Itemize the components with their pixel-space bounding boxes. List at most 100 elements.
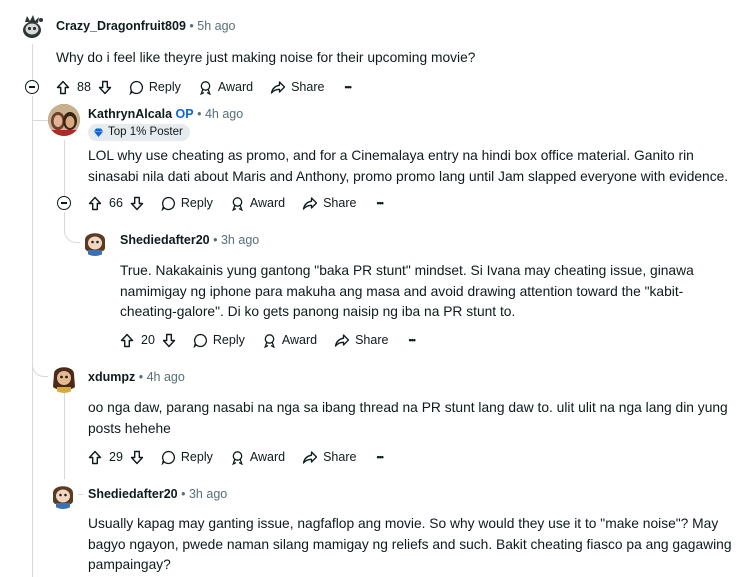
award-label: Award xyxy=(217,80,254,94)
vote-group: 29 xyxy=(88,450,144,465)
share-icon xyxy=(270,80,286,94)
chat-bubble-icon xyxy=(193,333,207,348)
timestamp[interactable]: 4h ago xyxy=(147,370,185,384)
action-bar: 20 Reply Award Share ••• xyxy=(120,330,416,350)
action-bar: 66 Reply Award Share ••• xyxy=(88,193,384,213)
vote-group: 88 xyxy=(56,80,112,95)
separator: • xyxy=(197,107,202,121)
separator: • xyxy=(181,487,186,501)
more-options-icon: ••• xyxy=(376,198,384,208)
downvote-icon[interactable] xyxy=(130,450,144,465)
more-options-icon: ••• xyxy=(376,452,384,462)
award-button[interactable]: Award xyxy=(262,333,317,348)
action-bar: 29 Reply Award Share ••• xyxy=(88,447,384,467)
minus-icon xyxy=(29,86,35,88)
separator: • xyxy=(213,233,218,247)
user-flair-badge: Top 1% Poster xyxy=(88,124,190,141)
reply-button[interactable]: Reply xyxy=(129,80,181,95)
snoo-avatar-icon xyxy=(48,479,78,509)
chat-bubble-icon xyxy=(161,196,175,211)
award-button[interactable]: Award xyxy=(198,80,253,95)
more-options-button[interactable]: ••• xyxy=(408,335,416,345)
reply-label: Reply xyxy=(148,80,181,94)
upvote-icon[interactable] xyxy=(88,196,102,211)
timestamp[interactable]: 3h ago xyxy=(189,487,227,501)
user-photo-avatar-icon xyxy=(48,104,80,136)
share-icon xyxy=(334,333,350,347)
reply-label: Reply xyxy=(180,196,213,210)
reply-button[interactable]: Reply xyxy=(193,333,245,348)
username[interactable]: Shediedafter20 xyxy=(88,487,178,501)
thread-line-level2 xyxy=(64,140,65,196)
comment-body: oo nga daw, parang nasabi na nga sa iban… xyxy=(88,400,728,436)
comment-meta: Crazy_Dragonfruit809 • 5h ago xyxy=(56,18,236,34)
more-options-button[interactable]: ••• xyxy=(376,198,384,208)
timestamp[interactable]: 5h ago xyxy=(197,19,235,33)
downvote-icon[interactable] xyxy=(98,80,112,95)
upvote-icon[interactable] xyxy=(56,80,70,95)
upvote-icon[interactable] xyxy=(88,450,102,465)
avatar[interactable] xyxy=(48,361,80,393)
more-options-icon: ••• xyxy=(344,82,352,92)
award-icon xyxy=(264,333,275,348)
username[interactable]: Shediedafter20 xyxy=(120,233,210,247)
upvote-icon[interactable] xyxy=(120,333,134,348)
share-button[interactable]: Share xyxy=(302,450,356,465)
snoo-avatar-icon xyxy=(80,226,110,256)
comment-meta: KathrynAlcala OP • 4h ago xyxy=(88,106,243,122)
avatar[interactable] xyxy=(17,12,47,42)
comment-meta: xdumpz • 4h ago xyxy=(88,369,185,385)
timestamp[interactable]: 3h ago xyxy=(221,233,259,247)
share-button[interactable]: Share xyxy=(334,333,388,348)
more-options-button[interactable]: ••• xyxy=(376,452,384,462)
reply-button[interactable]: Reply xyxy=(161,196,213,211)
downvote-icon[interactable] xyxy=(130,196,144,211)
vote-count: 20 xyxy=(141,333,155,347)
collapse-thread-button[interactable] xyxy=(25,80,39,94)
share-label: Share xyxy=(355,333,389,347)
diamond-icon xyxy=(94,128,103,137)
downvote-icon[interactable] xyxy=(162,333,176,348)
more-options-button[interactable]: ••• xyxy=(344,82,352,92)
chat-bubble-icon xyxy=(161,450,175,465)
comment-body: True. Nakakainis yung gantong "baka PR s… xyxy=(120,263,694,319)
thread-line-root xyxy=(32,44,33,80)
share-button[interactable]: Share xyxy=(270,80,324,95)
award-label: Award xyxy=(249,196,286,210)
award-icon xyxy=(232,196,243,211)
comment-body: Why do i feel like theyre just making no… xyxy=(56,50,476,65)
chat-bubble-icon xyxy=(129,80,143,95)
minus-icon xyxy=(61,202,67,204)
separator: • xyxy=(189,19,194,33)
separator: • xyxy=(138,370,144,384)
thread-line-level3 xyxy=(64,392,65,468)
reply-label: Reply xyxy=(180,450,213,464)
award-label: Award xyxy=(249,450,286,464)
username[interactable]: KathrynAlcala xyxy=(88,107,172,121)
share-button[interactable]: Share xyxy=(302,196,356,211)
username[interactable]: Crazy_Dragonfruit809 xyxy=(56,19,186,33)
award-button[interactable]: Award xyxy=(230,196,285,211)
award-button[interactable]: Award xyxy=(230,450,285,465)
username[interactable]: xdumpz xyxy=(88,370,135,384)
award-icon xyxy=(200,80,211,95)
comment-meta: Shediedafter20 • 3h ago xyxy=(88,486,227,502)
op-label: OP xyxy=(175,107,194,121)
collapse-thread-button[interactable] xyxy=(57,196,71,210)
vote-group: 20 xyxy=(120,333,176,348)
avatar[interactable] xyxy=(48,104,80,136)
share-label: Share xyxy=(323,450,357,464)
share-icon xyxy=(302,196,318,210)
avatar[interactable] xyxy=(80,226,110,256)
share-label: Share xyxy=(291,80,325,94)
snoo-avatar-icon xyxy=(17,12,47,42)
vote-group: 66 xyxy=(88,196,144,211)
vote-count: 29 xyxy=(109,450,123,464)
award-label: Award xyxy=(281,333,318,347)
more-options-icon: ••• xyxy=(408,335,416,345)
avatar[interactable] xyxy=(48,479,78,509)
reply-button[interactable]: Reply xyxy=(161,450,213,465)
award-icon xyxy=(232,450,243,465)
action-bar: 88 Reply Award Share ••• xyxy=(56,77,352,97)
timestamp[interactable]: 4h ago xyxy=(205,107,243,121)
